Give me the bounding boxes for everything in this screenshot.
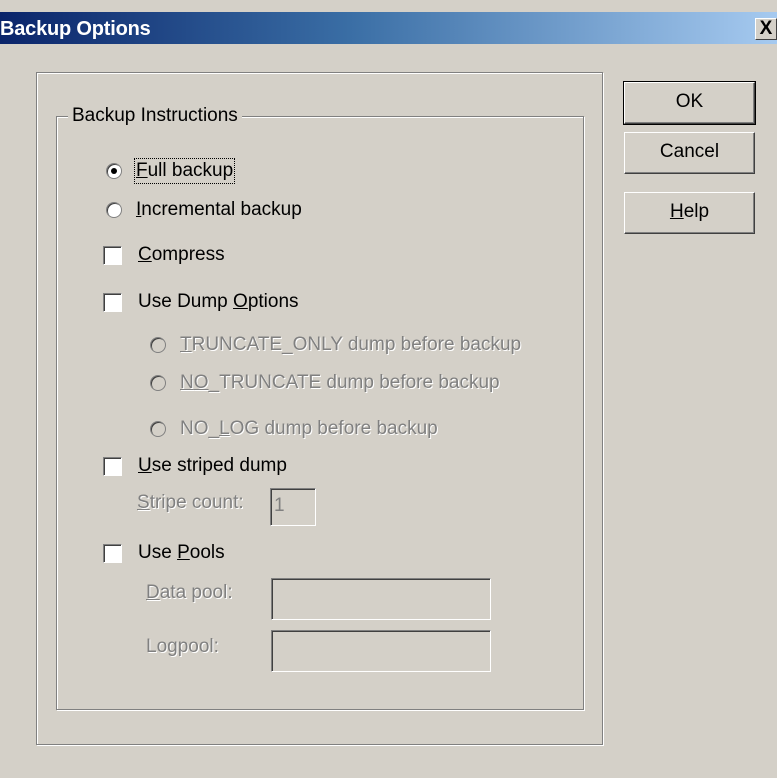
- truncate-only-label: TRUNCATE_ONLY dump before backup: [180, 334, 521, 356]
- ok-button-label: OK: [675, 91, 704, 112]
- mnemonic: T: [180, 334, 192, 355]
- label-text: ompress: [151, 244, 225, 265]
- label-text: ncremental backup: [141, 199, 302, 220]
- log-pool-input[interactable]: [271, 630, 491, 672]
- no-log-label: NO_LOG dump before backup: [180, 418, 438, 440]
- cancel-button-label: Cancel: [659, 141, 720, 162]
- label-text: _TRUNCATE dump before backup: [208, 372, 500, 393]
- use-striped-dump-label: Use striped dump: [138, 455, 287, 477]
- label-text: Use: [138, 542, 178, 563]
- radio-disabled-icon: [150, 421, 166, 437]
- label-text: ata pool:: [159, 582, 233, 603]
- label-text: NO_: [180, 418, 220, 439]
- use-pools-label: Use Pools: [138, 542, 225, 564]
- label-text: Lo: [146, 636, 168, 657]
- full-backup-label: Full backup: [133, 158, 236, 184]
- help-button[interactable]: Help: [624, 192, 755, 234]
- full-backup-radio[interactable]: Full backup: [106, 158, 236, 184]
- label-text: ptions: [247, 291, 299, 312]
- mnemonic: O: [193, 372, 209, 393]
- stripe-count-label: Stripe count:: [137, 492, 244, 514]
- mnemonic: P: [177, 542, 190, 563]
- no-truncate-label: NO_TRUNCATE dump before backup: [180, 372, 500, 394]
- mnemonic: D: [146, 582, 160, 603]
- window-title: Backup Options: [0, 18, 151, 40]
- incremental-backup-label: Incremental backup: [136, 199, 302, 221]
- ok-button[interactable]: OK: [623, 81, 756, 125]
- data-pool-input[interactable]: [271, 578, 491, 620]
- close-button[interactable]: X: [755, 18, 777, 40]
- use-striped-dump-checkbox[interactable]: Use striped dump: [103, 455, 287, 477]
- close-icon: X: [759, 18, 773, 39]
- mnemonic: U: [138, 455, 152, 476]
- radio-disabled-icon: [150, 375, 166, 391]
- use-dump-options-checkbox[interactable]: Use Dump Options: [103, 291, 299, 313]
- truncate-only-radio[interactable]: TRUNCATE_ONLY dump before backup: [150, 334, 521, 356]
- label-text: N: [180, 372, 194, 393]
- mnemonic: F: [136, 160, 148, 181]
- help-mnemonic: H: [669, 201, 684, 222]
- mnemonic: C: [138, 244, 152, 265]
- data-pool-label: Data pool:: [146, 582, 233, 604]
- help-label: elp: [683, 201, 710, 222]
- mnemonic: S: [137, 492, 150, 513]
- radio-unchecked-icon: [106, 202, 122, 218]
- checkbox-icon: [103, 456, 122, 476]
- compress-label: Compress: [138, 244, 225, 266]
- mnemonic: g: [167, 636, 178, 657]
- checkbox-icon: [103, 292, 122, 312]
- mnemonic: L: [219, 418, 230, 439]
- no-truncate-radio[interactable]: NO_TRUNCATE dump before backup: [150, 372, 500, 394]
- use-pools-checkbox[interactable]: Use Pools: [103, 542, 225, 564]
- radio-disabled-icon: [150, 337, 166, 353]
- label-text: OG dump before backup: [229, 418, 438, 439]
- log-pool-label: Lo g pool:: [146, 636, 219, 658]
- checkbox-icon: [103, 543, 122, 563]
- label-text: Use Dump: [138, 291, 234, 312]
- mnemonic: O: [233, 291, 248, 312]
- title-bar: Backup Options X: [0, 0, 777, 44]
- compress-checkbox[interactable]: Compress: [103, 244, 225, 266]
- label-text: ools: [189, 542, 225, 563]
- label-text: RUNCATE_ONLY dump before backup: [191, 334, 522, 355]
- label-text: tripe count:: [149, 492, 244, 513]
- label-text: se striped dump: [151, 455, 287, 476]
- no-log-radio[interactable]: NO_LOG dump before backup: [150, 418, 438, 440]
- stripe-count-input[interactable]: 1: [270, 488, 316, 526]
- label-text: pool:: [177, 636, 219, 657]
- radio-checked-icon: [106, 163, 122, 179]
- label-text: ull backup: [147, 160, 234, 181]
- use-dump-options-label: Use Dump Options: [138, 291, 299, 313]
- group-caption: Backup Instructions: [68, 105, 242, 127]
- cancel-button[interactable]: Cancel: [624, 132, 755, 174]
- incremental-backup-radio[interactable]: Incremental backup: [106, 199, 302, 221]
- checkbox-icon: [103, 245, 122, 265]
